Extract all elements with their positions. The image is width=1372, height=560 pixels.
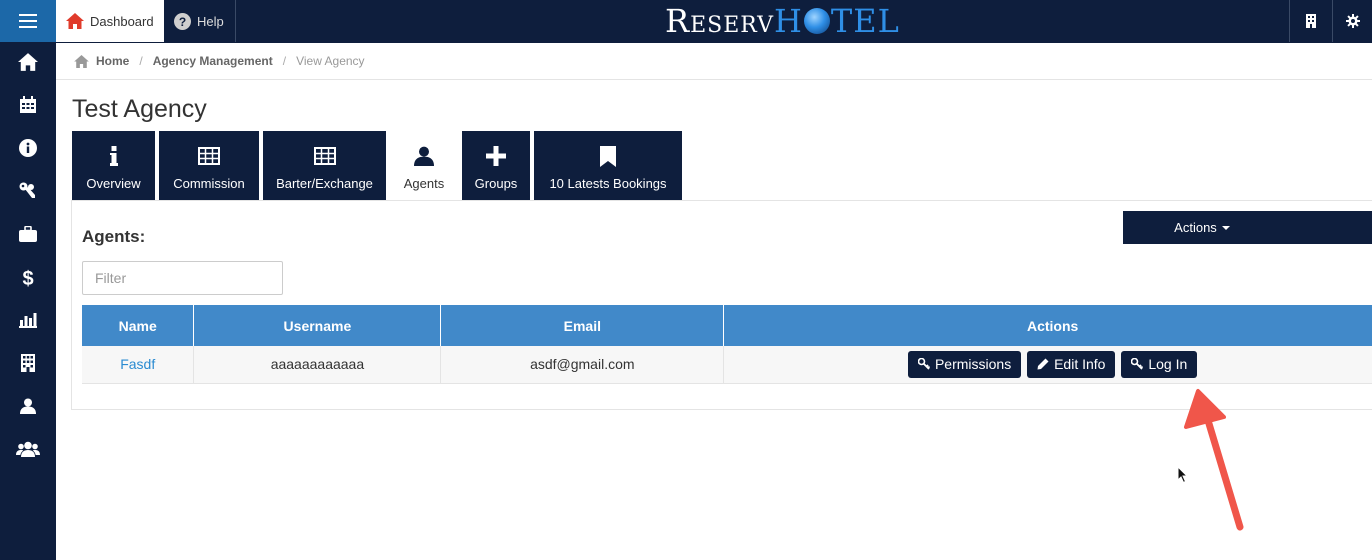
tab-label: 10 Latests Bookings bbox=[549, 176, 667, 191]
globe-icon bbox=[803, 8, 830, 34]
column-header-actions: Actions bbox=[723, 305, 1372, 346]
agents-table: Name Username Email Actions Fasdf aaaaaa… bbox=[82, 305, 1372, 384]
reservhotel-logo: Reserv H TEL bbox=[665, 2, 900, 40]
dollar-icon: $ bbox=[22, 268, 34, 290]
tab-label: Barter/Exchange bbox=[276, 176, 373, 191]
sidebar-item-users[interactable] bbox=[0, 430, 56, 473]
sidebar-item-briefcase[interactable] bbox=[0, 215, 56, 258]
tab-label: Overview bbox=[86, 176, 141, 191]
breadcrumb-home[interactable]: Home bbox=[96, 54, 129, 68]
table-icon bbox=[313, 145, 336, 167]
tab-overview[interactable]: Overview bbox=[72, 131, 155, 201]
user-icon bbox=[414, 145, 434, 167]
table-row: Fasdf aaaaaaaaaaaa asdf@gmail.com Permis… bbox=[82, 346, 1372, 384]
sidebar-item-info[interactable] bbox=[0, 129, 56, 172]
hamburger-icon[interactable] bbox=[0, 0, 56, 42]
actions-label: Actions bbox=[1174, 220, 1217, 235]
question-icon: ? bbox=[174, 12, 191, 30]
home-icon bbox=[18, 53, 38, 76]
log-in-button[interactable]: Log In bbox=[1121, 350, 1198, 378]
breadcrumb-separator: / bbox=[139, 54, 143, 68]
dashboard-label: Dashboard bbox=[90, 13, 154, 29]
key-icon bbox=[917, 358, 930, 370]
mouse-cursor-icon bbox=[1177, 466, 1189, 484]
sidebar-item-keys[interactable] bbox=[0, 172, 56, 215]
agency-tabs: Overview Commission Barter/Exchange Agen… bbox=[72, 131, 686, 201]
gear-icon[interactable] bbox=[1332, 0, 1372, 42]
sidebar: $ bbox=[0, 43, 56, 560]
table-header-row: Name Username Email Actions bbox=[82, 305, 1372, 346]
breadcrumb-agency-management[interactable]: Agency Management bbox=[153, 54, 273, 68]
tab-commission[interactable]: Commission bbox=[159, 131, 259, 201]
cell-name: Fasdf bbox=[82, 346, 195, 384]
cell-username: aaaaaaaaaaaa bbox=[193, 346, 442, 384]
tab-latest-bookings[interactable]: 10 Latests Bookings bbox=[534, 131, 682, 201]
top-bar: Dashboard ? Help Reserv H TEL bbox=[0, 0, 1372, 43]
tab-agents[interactable]: Agents bbox=[390, 131, 458, 201]
home-icon bbox=[66, 13, 84, 29]
hotel-building-icon bbox=[20, 354, 36, 377]
sidebar-item-home[interactable] bbox=[0, 43, 56, 86]
sidebar-item-calendar[interactable] bbox=[0, 86, 56, 129]
sidebar-item-user[interactable] bbox=[0, 387, 56, 430]
pencil-icon bbox=[1037, 358, 1049, 370]
tab-dashboard[interactable]: Dashboard bbox=[56, 0, 164, 42]
info-icon bbox=[19, 139, 37, 162]
table-icon bbox=[198, 145, 220, 167]
tab-groups[interactable]: Groups bbox=[462, 131, 530, 201]
breadcrumb: Home / Agency Management / View Agency bbox=[56, 43, 1372, 80]
column-header-name[interactable]: Name bbox=[82, 305, 195, 346]
cell-actions: Permissions Edit Info Log In bbox=[723, 346, 1372, 384]
bookmark-icon bbox=[600, 145, 616, 167]
edit-info-button[interactable]: Edit Info bbox=[1027, 350, 1116, 378]
plus-icon bbox=[486, 145, 506, 167]
breadcrumb-current: View Agency bbox=[296, 54, 365, 68]
building-icon[interactable] bbox=[1289, 0, 1331, 42]
sidebar-item-reports[interactable] bbox=[0, 301, 56, 344]
permissions-button[interactable]: Permissions bbox=[907, 350, 1022, 378]
actions-dropdown-button[interactable]: Actions bbox=[1123, 211, 1372, 244]
briefcase-icon bbox=[19, 225, 37, 247]
sidebar-item-hotels[interactable] bbox=[0, 344, 56, 387]
tab-label: Groups bbox=[474, 176, 518, 191]
agent-name-link[interactable]: Fasdf bbox=[120, 356, 155, 372]
tab-label: Commission bbox=[173, 176, 245, 191]
tab-barter-exchange[interactable]: Barter/Exchange bbox=[263, 131, 386, 201]
key-icon bbox=[19, 182, 37, 205]
sidebar-item-finance[interactable]: $ bbox=[0, 258, 56, 301]
user-icon bbox=[20, 398, 36, 419]
info-icon bbox=[109, 145, 118, 167]
bar-chart-icon bbox=[19, 312, 37, 333]
column-header-email[interactable]: Email bbox=[440, 305, 725, 346]
breadcrumb-separator: / bbox=[282, 54, 287, 68]
home-icon bbox=[74, 54, 89, 68]
tab-label: Agents bbox=[403, 176, 445, 191]
column-header-username[interactable]: Username bbox=[193, 305, 442, 346]
page-title: Test Agency bbox=[72, 95, 207, 123]
filter-input[interactable] bbox=[82, 261, 283, 295]
users-icon bbox=[16, 441, 40, 462]
tab-help[interactable]: ? Help bbox=[164, 0, 236, 42]
svg-text:?: ? bbox=[179, 15, 186, 29]
calendar-icon bbox=[19, 96, 37, 119]
agents-heading: Agents: bbox=[82, 227, 146, 246]
annotation-arrow-icon bbox=[1184, 389, 1244, 531]
key-icon bbox=[1131, 358, 1144, 370]
caret-down-icon bbox=[1221, 225, 1230, 230]
help-label: Help bbox=[197, 13, 224, 29]
cell-email: asdf@gmail.com bbox=[440, 346, 725, 384]
